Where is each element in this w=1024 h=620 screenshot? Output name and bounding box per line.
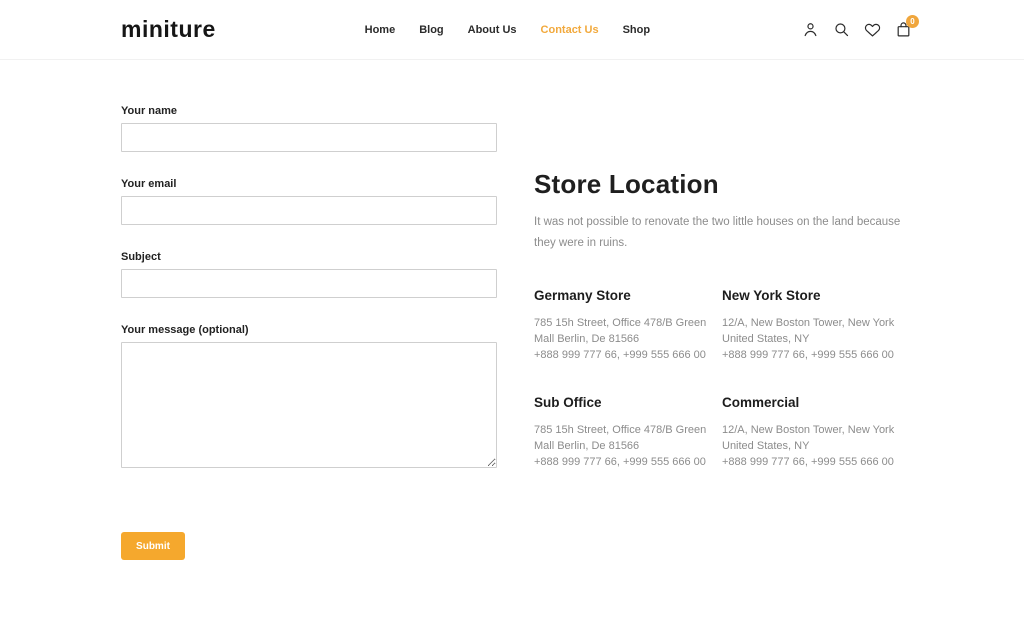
store-address-line: United States, NY — [722, 331, 910, 347]
subject-input[interactable] — [121, 269, 497, 298]
store-address-line: 785 15h Street, Office 478/B Green — [534, 315, 722, 331]
message-textarea[interactable] — [121, 342, 497, 468]
store-address-line: United States, NY — [722, 438, 910, 454]
store-address: 12/A, New Boston Tower, New York United … — [722, 315, 910, 363]
store-address: 12/A, New Boston Tower, New York United … — [722, 422, 910, 470]
store-location-section: Store Location It was not possible to re… — [534, 105, 912, 560]
store-phones: +888 999 777 66, +999 555 666 00 — [534, 347, 722, 363]
nav-item-blog[interactable]: Blog — [419, 24, 443, 36]
nav-item-about-us[interactable]: About Us — [468, 24, 517, 36]
cart-bag-icon[interactable]: 0 — [892, 19, 914, 41]
name-field-label: Your name — [121, 105, 497, 117]
store-address-line: 12/A, New Boston Tower, New York — [722, 422, 910, 438]
email-input[interactable] — [121, 196, 497, 225]
email-field-group: Your email — [121, 178, 497, 225]
nav-item-contact-us[interactable]: Contact Us — [541, 24, 599, 36]
store-address-line: Mall Berlin, De 81566 — [534, 438, 722, 454]
store-block-germany: Germany Store 785 15h Street, Office 478… — [534, 288, 722, 363]
store-name: Sub Office — [534, 395, 722, 410]
message-field-group: Your message (optional) — [121, 324, 497, 473]
store-address: 785 15h Street, Office 478/B Green Mall … — [534, 422, 722, 470]
header-icons: 0 — [799, 19, 914, 41]
subject-field-group: Subject — [121, 251, 497, 298]
email-field-label: Your email — [121, 178, 497, 190]
store-block-commercial: Commercial 12/A, New Boston Tower, New Y… — [722, 395, 910, 470]
store-phones: +888 999 777 66, +999 555 666 00 — [722, 454, 910, 470]
store-block-new-york: New York Store 12/A, New Boston Tower, N… — [722, 288, 910, 363]
message-field-label: Your message (optional) — [121, 324, 497, 336]
store-address: 785 15h Street, Office 478/B Green Mall … — [534, 315, 722, 363]
store-phones: +888 999 777 66, +999 555 666 00 — [722, 347, 910, 363]
store-name: Germany Store — [534, 288, 722, 303]
store-name: New York Store — [722, 288, 910, 303]
stores-grid: Germany Store 785 15h Street, Office 478… — [534, 288, 912, 470]
main-content: Your name Your email Subject Your messag… — [0, 60, 1024, 620]
store-phones: +888 999 777 66, +999 555 666 00 — [534, 454, 722, 470]
store-name: Commercial — [722, 395, 910, 410]
store-location-title: Store Location — [534, 169, 912, 200]
cart-count-badge: 0 — [906, 15, 919, 28]
contact-form: Your name Your email Subject Your messag… — [121, 105, 497, 560]
store-address-line: 12/A, New Boston Tower, New York — [722, 315, 910, 331]
nav-item-shop[interactable]: Shop — [623, 24, 651, 36]
store-address-line: 785 15h Street, Office 478/B Green — [534, 422, 722, 438]
store-address-line: Mall Berlin, De 81566 — [534, 331, 722, 347]
nav-item-home[interactable]: Home — [365, 24, 396, 36]
search-icon[interactable] — [830, 19, 852, 41]
store-location-description: It was not possible to renovate the two … — [534, 212, 912, 254]
main-nav: Home Blog About Us Contact Us Shop — [216, 24, 799, 36]
submit-button[interactable]: Submit — [121, 532, 185, 560]
header: miniture Home Blog About Us Contact Us S… — [0, 0, 1024, 60]
wishlist-heart-icon[interactable] — [861, 19, 883, 41]
account-icon[interactable] — [799, 19, 821, 41]
name-input[interactable] — [121, 123, 497, 152]
store-block-sub-office: Sub Office 785 15h Street, Office 478/B … — [534, 395, 722, 470]
brand-logo[interactable]: miniture — [121, 16, 216, 43]
name-field-group: Your name — [121, 105, 497, 152]
subject-field-label: Subject — [121, 251, 497, 263]
